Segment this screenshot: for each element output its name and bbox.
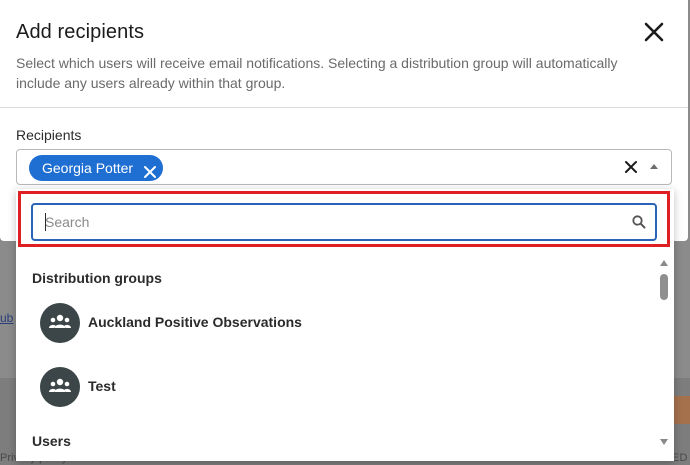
dropdown-arrow-icon[interactable]: [650, 164, 658, 169]
group-icon: [40, 367, 80, 407]
recipients-label: Recipients: [16, 127, 82, 143]
scroll-thumb[interactable]: [660, 274, 668, 300]
clear-all-icon[interactable]: [624, 160, 638, 174]
group-header-users: Users: [32, 433, 71, 449]
search-icon[interactable]: [631, 214, 647, 230]
recipients-select[interactable]: Georgia Potter: [16, 149, 672, 185]
dropdown-scrollbar[interactable]: [657, 257, 671, 457]
search-box[interactable]: [31, 203, 657, 241]
recipients-dropdown: Distribution groups Auckland Positive Ob…: [16, 189, 674, 461]
chip-label: Georgia Potter: [42, 160, 134, 176]
chip-remove-icon[interactable]: [143, 161, 157, 178]
option-label: Auckland Positive Observations: [88, 314, 302, 330]
text-caret: [45, 213, 46, 231]
modal-title: Add recipients: [16, 21, 145, 43]
scroll-up-arrow-icon[interactable]: [660, 260, 668, 266]
scroll-down-arrow-icon[interactable]: [660, 439, 668, 445]
option-test[interactable]: Test: [16, 357, 656, 417]
divider: [0, 107, 688, 108]
option-auckland-positive-observations[interactable]: Auckland Positive Observations: [16, 293, 656, 353]
selected-chip: Georgia Potter: [29, 155, 164, 181]
group-icon: [40, 303, 80, 343]
search-input[interactable]: [45, 212, 605, 232]
modal-description: Select which users will receive email no…: [16, 55, 618, 91]
close-icon[interactable]: [642, 20, 666, 44]
option-label: Test: [88, 378, 116, 394]
group-header-distribution: Distribution groups: [32, 270, 162, 286]
background-link: ub: [0, 311, 14, 325]
